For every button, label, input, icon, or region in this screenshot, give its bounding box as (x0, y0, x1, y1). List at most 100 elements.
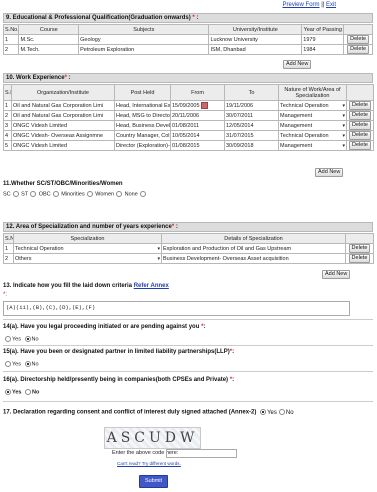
col-header-action (346, 84, 374, 101)
category-obc-radio[interactable] (52, 191, 59, 197)
q16-yes-radio[interactable] (5, 389, 11, 395)
sno-cell: 4 (3, 130, 12, 141)
q15-no-radio[interactable] (24, 361, 31, 367)
nature-select[interactable]: Technical Operation (278, 130, 347, 141)
add-experience-button[interactable]: Add New (315, 168, 344, 177)
action-cell: Delete (346, 100, 374, 111)
course-input[interactable]: M.Tech. (18, 44, 80, 55)
year-input[interactable]: 1984 (301, 44, 345, 55)
delete-button[interactable]: Delete (347, 45, 370, 54)
q16-yes-label: Yes (12, 389, 22, 396)
post-input[interactable]: Head, International Ex (114, 100, 171, 111)
category-radio-group: SC ST OBC Minorities Women None (3, 191, 147, 197)
organization-input[interactable]: ONGC Videsh Limited (11, 120, 115, 131)
specialization-select[interactable]: Technical Operation (13, 243, 162, 254)
university-input[interactable]: Lucknow University (208, 34, 303, 45)
q14-yes-radio[interactable] (5, 336, 11, 342)
specialization-select[interactable]: Others (13, 253, 162, 264)
from-date-cell[interactable]: 15/09/2005 (170, 100, 225, 111)
category-obc-label: OBC (38, 191, 51, 198)
to-date-cell[interactable]: 19/11/2006 (224, 100, 279, 111)
section-10-colon: : (66, 75, 71, 81)
q17-yes-label: Yes (267, 409, 277, 416)
category-none-radio[interactable] (139, 191, 146, 197)
q17-no-radio[interactable] (278, 409, 285, 415)
col-header-university: University/Institute (208, 24, 303, 35)
divider (3, 345, 373, 346)
delete-button[interactable]: Delete (348, 244, 371, 253)
exit-link[interactable]: Exit (326, 2, 336, 8)
q16-title: 16(a). Directorship held/presently being… (3, 377, 229, 383)
details-input[interactable]: Business Development- Overseas Asset acq… (161, 253, 346, 264)
from-date-cell[interactable]: 10/05/2014 (170, 130, 225, 141)
delete-button[interactable]: Delete (349, 111, 371, 120)
from-date-cell[interactable]: 01/08/2015 (170, 140, 225, 151)
to-date-cell[interactable]: 12/05/2014 (224, 120, 279, 131)
preview-form-link[interactable]: Preview Form (283, 2, 320, 8)
q15-no-label: No (31, 361, 39, 368)
q14-title-row: 14(a). Have you legal proceeding initiat… (3, 324, 205, 330)
action-cell: Delete (343, 44, 373, 55)
add-specialization-button[interactable]: Add New (322, 270, 351, 279)
q17-yes-radio[interactable] (260, 409, 267, 415)
add-qualification-button[interactable]: Add New (283, 60, 312, 69)
q16-no-label: No (32, 389, 40, 396)
from-date-cell[interactable]: 20/11/2006 (170, 110, 225, 121)
organization-input[interactable]: ONGC Videsh Limited (11, 140, 115, 151)
delete-button[interactable]: Delete (349, 141, 371, 150)
from-date-cell[interactable]: 01/08/2011 (170, 120, 225, 131)
table-row: 2 M.Tech. Petroleum Exploration ISM, Dha… (2, 44, 373, 55)
nature-select-value: Management (280, 112, 345, 120)
organization-input[interactable]: Oil and Natural Gas Corporation Limi (11, 110, 115, 121)
captcha-image: ASCUDW (104, 427, 201, 449)
to-date-value: 30/09/2018 (226, 142, 254, 149)
post-input[interactable]: Head, Business Devel (114, 120, 171, 131)
q15-yes-radio[interactable] (5, 361, 11, 367)
to-date-cell[interactable]: 31/07/2015 (224, 130, 279, 141)
divider (3, 319, 373, 320)
from-date-value: 20/11/2006 (172, 112, 200, 119)
organization-input[interactable]: Oil and Natural Gas Corporation Limi (11, 100, 115, 111)
category-sc-radio[interactable] (12, 191, 19, 197)
col-header-sno: S.No. (2, 24, 20, 35)
col-header-details: Details of Specialization (161, 233, 346, 244)
university-input[interactable]: ISM, Dhanbad (208, 44, 303, 55)
subject-input[interactable]: Petroleum Exploration (78, 44, 210, 55)
delete-button[interactable]: Delete (349, 131, 371, 140)
col-header-year: Year of Passing (301, 24, 345, 35)
year-input[interactable]: 1979 (301, 34, 345, 45)
organization-input[interactable]: ONGC Videsh- Overseas Assignmne (11, 130, 115, 141)
nature-select[interactable]: Management (278, 110, 347, 121)
nature-select[interactable]: Management (278, 120, 347, 131)
to-date-cell[interactable]: 30/09/2018 (224, 140, 279, 151)
nature-select[interactable]: Technical Operation (278, 100, 347, 111)
q16-no-radio[interactable] (25, 389, 32, 395)
delete-button[interactable]: Delete (348, 254, 371, 263)
captcha-input[interactable] (166, 449, 237, 458)
from-date-value: 15/09/2005 (172, 102, 200, 109)
criteria-textarea[interactable]: (A)(ii),(B),(C),(D),(E),(F) (3, 301, 350, 316)
section-13-required: *: (3, 292, 8, 298)
refer-annex-link[interactable]: Refer Annex (134, 283, 169, 289)
delete-button[interactable]: Delete (347, 35, 370, 44)
category-women-radio[interactable] (116, 191, 123, 197)
delete-button[interactable]: Delete (349, 101, 371, 110)
submit-button[interactable]: Submit (139, 475, 168, 488)
post-input[interactable]: Head, MSG to Director (114, 110, 171, 121)
q14-no-radio[interactable] (24, 336, 31, 342)
section-9-colon: : (194, 15, 199, 21)
q17-row: 17. Declaration regarding consent and co… (3, 409, 294, 416)
post-input[interactable]: Country Manager, Col (114, 130, 171, 141)
calendar-icon[interactable] (200, 101, 208, 109)
course-input[interactable]: M.Sc. (18, 34, 80, 45)
category-st-radio[interactable] (30, 191, 37, 197)
post-input[interactable]: Director (Exploration)- (114, 140, 171, 151)
nature-select[interactable]: Management (278, 140, 347, 151)
subject-input[interactable]: Geology (78, 34, 210, 45)
delete-button[interactable]: Delete (349, 121, 371, 130)
to-date-cell[interactable]: 30/07/2011 (224, 110, 279, 121)
captcha-refresh-link[interactable]: Can't read? Try different words. (117, 461, 181, 466)
q14-no-label: No (31, 336, 39, 343)
details-input[interactable]: Exploration and Production of Oil and Ga… (161, 243, 346, 254)
category-minorities-radio[interactable] (86, 191, 93, 197)
